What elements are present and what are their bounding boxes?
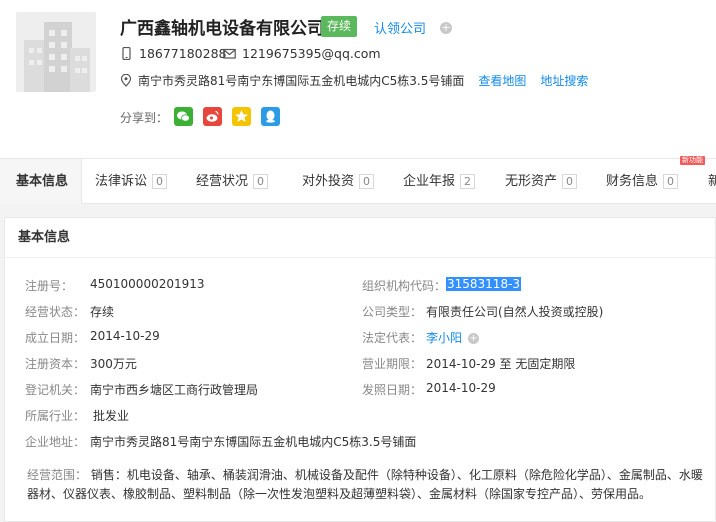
new-feature-badge: 新功能	[680, 156, 705, 165]
registration-number: 450100000201913	[90, 277, 205, 291]
industry: 批发业	[93, 409, 130, 423]
established-date: 2014-10-29	[90, 329, 160, 343]
tab-count: 0	[359, 174, 375, 189]
business-scope: 经营范围： 销售：机电设备、轴承、桶装润滑油、机械设备及配件（除特种设备）、化工…	[27, 466, 707, 504]
tab-count: 0	[562, 174, 578, 189]
field-label: 成立日期：	[25, 331, 86, 345]
wechat-icon[interactable]	[174, 107, 193, 126]
tab-more[interactable]: 新	[708, 159, 716, 204]
registered-capital: 300万元	[90, 357, 137, 371]
building-logo-icon	[16, 12, 96, 92]
field-label: 登记机关：	[25, 383, 86, 397]
business-scope-label: 经营范围：	[27, 468, 88, 482]
field-label: 营业期限：	[362, 357, 423, 371]
field-label: 经营状态：	[25, 305, 86, 319]
field-label: 法定代表：	[362, 331, 423, 345]
tab-bar: 基本信息 法律诉讼 0 经营状况 0 对外投资 0 企业年报 2 无形资产 0 财务信息 0…	[0, 158, 716, 204]
tab-legal[interactable]: 法律诉讼 0	[95, 159, 168, 204]
field-label: 注册资本：	[25, 357, 86, 371]
field-label: 公司类型：	[362, 305, 423, 319]
business-term: 2014-10-29 至 无固定期限	[426, 357, 576, 371]
panel-title: 基本信息	[5, 218, 715, 258]
basic-info-panel: 基本信息 注册号： 450100000201913 经营状态： 存续 成立日期：…	[4, 217, 716, 522]
address-row: 南宁市秀灵路81号南宁东博国际五金机电城内C5栋3.5号铺面 查看地图 地址搜索	[120, 72, 588, 89]
tab-investment[interactable]: 对外投资 0	[302, 159, 375, 204]
company-header: 广西鑫轴机电设备有限公司 存续 认领公司 + 18677180288 12196…	[0, 0, 716, 158]
license-date: 2014-10-29	[426, 381, 496, 395]
phone-icon	[120, 46, 133, 61]
location-icon	[120, 73, 132, 87]
plus-icon[interactable]: +	[468, 333, 480, 344]
claim-company-link[interactable]: 认领公司	[374, 18, 426, 37]
qzone-icon[interactable]	[232, 107, 251, 126]
field-label: 发照日期：	[362, 383, 423, 397]
tab-basic-info[interactable]: 基本信息	[16, 159, 68, 204]
operating-status: 存续	[90, 305, 115, 319]
registration-authority: 南宁市西乡塘区工商行政管理局	[90, 383, 259, 397]
company-name: 广西鑫轴机电设备有限公司	[120, 19, 324, 39]
company-type: 有限责任公司(自然人投资或控股)	[426, 305, 604, 319]
view-map-link[interactable]: 查看地图	[478, 72, 526, 89]
org-code: 31583118-3	[446, 277, 522, 291]
company-address: 南宁市秀灵路81号南宁东博国际五金机电城内C5栋3.5号铺面	[138, 74, 465, 88]
org-code-value: 31583118-3	[446, 277, 522, 291]
legal-representative[interactable]: 李小阳 +	[426, 329, 480, 346]
email-address[interactable]: 1219675395@qq.com	[242, 46, 381, 61]
tab-count: 2	[460, 174, 476, 189]
field-label: 企业地址：	[25, 435, 86, 449]
tab-operations[interactable]: 经营状况 0	[196, 159, 269, 204]
company-address-field: 南宁市秀灵路81号南宁东博国际五金机电城内C5栋3.5号铺面	[90, 435, 417, 449]
tab-intangible-assets[interactable]: 无形资产 0	[505, 159, 578, 204]
qq-icon[interactable]	[261, 107, 280, 126]
email-row: 1219675395@qq.com	[223, 46, 381, 61]
plus-icon[interactable]: +	[440, 22, 452, 34]
field-label: 注册号：	[25, 279, 74, 293]
address-search-link[interactable]: 地址搜索	[540, 72, 588, 89]
phone-number: 18677180288	[139, 46, 227, 61]
business-scope-text: 销售：机电设备、轴承、桶装润滑油、机械设备及配件（除特种设备）、化工原料（除危险…	[27, 468, 703, 501]
phone-row: 18677180288	[120, 46, 226, 61]
mail-icon	[223, 47, 236, 60]
tab-count: 0	[152, 174, 168, 189]
status-badge: 存续	[321, 16, 358, 37]
weibo-icon[interactable]	[203, 107, 222, 126]
tab-count: 0	[663, 174, 679, 189]
field-label: 所属行业：	[25, 409, 86, 423]
tab-financial[interactable]: 财务信息 0	[606, 159, 679, 204]
tab-annual-report[interactable]: 企业年报 2	[403, 159, 476, 204]
field-label: 组织机构代码：	[362, 279, 447, 293]
tab-count: 0	[253, 174, 269, 189]
share-label: 分享到：	[120, 111, 169, 125]
